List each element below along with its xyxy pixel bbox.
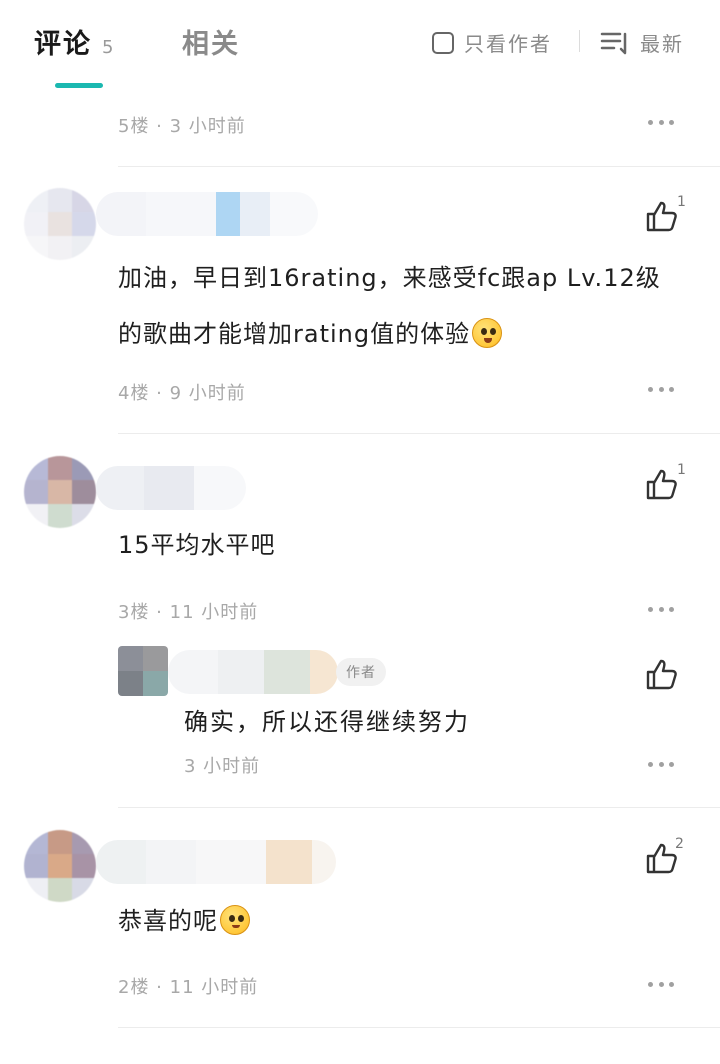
like-count: 1 bbox=[677, 462, 686, 478]
comment-divider bbox=[118, 166, 720, 167]
comment-header: 评论 5 相关 只看作者 最新 bbox=[0, 0, 720, 92]
comment-text-line-2: 的歌曲才能增加rating值的体验 bbox=[118, 306, 661, 362]
comment-text: 恭喜的呢 bbox=[118, 893, 250, 949]
like-count: 1 bbox=[677, 194, 686, 210]
reply-avatar[interactable] bbox=[118, 646, 168, 696]
more-dots-icon[interactable] bbox=[648, 605, 674, 613]
more-dots-icon[interactable] bbox=[648, 760, 674, 768]
comment-divider bbox=[118, 433, 720, 434]
comment-meta: 2楼 · 11 小时前 bbox=[118, 977, 259, 998]
thumbs-up-icon[interactable] bbox=[644, 198, 680, 234]
comment-text: 15平均水平吧 bbox=[118, 531, 276, 559]
tab-comments[interactable]: 评论 5 bbox=[34, 22, 113, 61]
author-badge: 作者 bbox=[336, 658, 386, 686]
avatar[interactable] bbox=[24, 456, 96, 528]
author-only-label: 只看作者 bbox=[464, 32, 552, 56]
avatar[interactable] bbox=[24, 188, 96, 260]
more-dots-icon[interactable] bbox=[648, 385, 674, 393]
reply-time: 3 小时前 bbox=[184, 756, 261, 777]
comment-text: 加油，早日到16rating，来感受fc跟ap Lv.12级 的歌曲才能增加ra… bbox=[118, 250, 661, 362]
smile-emoji-icon bbox=[220, 905, 250, 935]
more-dots-icon[interactable] bbox=[648, 118, 674, 126]
comment-meta: 5楼 · 3 小时前 bbox=[118, 116, 246, 137]
username-blurred[interactable] bbox=[96, 466, 246, 510]
tab-related[interactable]: 相关 bbox=[182, 22, 240, 61]
comment-divider bbox=[118, 807, 720, 808]
thumbs-up-icon[interactable] bbox=[644, 656, 680, 692]
comment-count: 5 bbox=[102, 37, 114, 58]
thumbs-up-icon[interactable] bbox=[644, 466, 680, 502]
sort-lines-icon bbox=[600, 32, 627, 54]
sort-button[interactable]: 最新 bbox=[600, 28, 684, 57]
username-blurred[interactable] bbox=[96, 192, 318, 236]
avatar[interactable] bbox=[24, 830, 96, 902]
comment-text-line-2-content: 的歌曲才能增加rating值的体验 bbox=[118, 320, 471, 348]
checkbox-icon[interactable] bbox=[432, 31, 454, 54]
comment-divider bbox=[118, 1027, 720, 1028]
reply-text: 确实，所以还得继续努力 bbox=[184, 708, 470, 736]
tab-comments-label: 评论 bbox=[34, 29, 92, 60]
comment-meta: 4楼 · 9 小时前 bbox=[118, 383, 246, 404]
active-tab-indicator bbox=[55, 83, 103, 88]
sort-label: 最新 bbox=[640, 32, 684, 56]
username-blurred[interactable] bbox=[96, 840, 336, 884]
comment-text-line: 加油，早日到16rating，来感受fc跟ap Lv.12级 bbox=[118, 264, 661, 292]
more-dots-icon[interactable] bbox=[648, 980, 674, 988]
comment-meta: 3楼 · 11 小时前 bbox=[118, 602, 259, 623]
tongue-emoji-icon bbox=[472, 318, 503, 348]
header-divider bbox=[579, 30, 580, 52]
comment-text-content: 恭喜的呢 bbox=[118, 907, 218, 935]
author-only-toggle[interactable]: 只看作者 bbox=[432, 28, 552, 57]
reply-username-blurred[interactable] bbox=[168, 650, 338, 694]
like-count: 2 bbox=[675, 836, 684, 852]
